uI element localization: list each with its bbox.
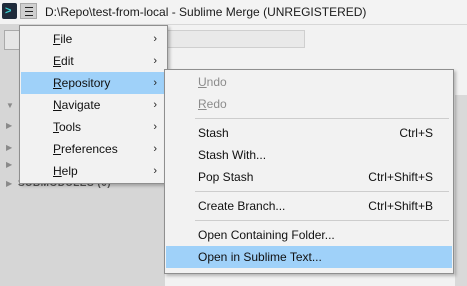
menu-separator bbox=[195, 118, 449, 119]
menu-item-label: Create Branch... bbox=[198, 199, 286, 213]
menu-item-label: Stash bbox=[198, 126, 229, 140]
hamburger-line bbox=[25, 7, 33, 8]
menu-item-undo[interactable]: Undo bbox=[166, 71, 452, 93]
expand-arrow-icon[interactable]: ▶ bbox=[6, 121, 12, 130]
menu-item-tools[interactable]: Tools › bbox=[21, 116, 166, 138]
menu-item-label: Undo bbox=[198, 75, 227, 89]
menu-item-edit[interactable]: Edit › bbox=[21, 50, 166, 72]
menu-separator bbox=[195, 220, 449, 221]
main-menu: File › Edit › Repository › Navigate › To… bbox=[19, 25, 168, 184]
expand-arrow-icon[interactable]: ▼ bbox=[6, 101, 14, 110]
menu-item-shortcut: Ctrl+S bbox=[399, 126, 433, 140]
window-title: D:\Repo\test-from-local - Sublime Merge … bbox=[45, 5, 367, 19]
menu-item-open-in-sublime-text[interactable]: Open in Sublime Text... bbox=[166, 246, 452, 268]
menu-item-shortcut: Ctrl+Shift+S bbox=[368, 170, 433, 184]
hamburger-menu-icon[interactable] bbox=[20, 3, 37, 19]
expand-arrow-icon[interactable]: ▶ bbox=[6, 143, 12, 152]
chevron-right-icon: › bbox=[153, 165, 157, 177]
menu-item-label: Preferences bbox=[53, 142, 118, 156]
sublime-merge-app-icon[interactable]: > bbox=[2, 3, 17, 19]
menu-item-label: Tools bbox=[53, 120, 82, 134]
menu-item-label: Redo bbox=[198, 97, 227, 111]
menu-item-repository[interactable]: Repository › bbox=[21, 72, 166, 94]
chevron-right-icon: › bbox=[153, 121, 157, 133]
menu-item-pop-stash[interactable]: Pop Stash Ctrl+Shift+S bbox=[166, 166, 452, 188]
menu-item-label: Open in Sublime Text... bbox=[198, 250, 322, 264]
chevron-right-icon: › bbox=[153, 55, 157, 67]
menu-item-stash[interactable]: Stash Ctrl+S bbox=[166, 122, 452, 144]
menu-item-label: Edit bbox=[53, 54, 74, 68]
menu-item-label: Stash With... bbox=[198, 148, 267, 162]
hamburger-line bbox=[25, 15, 33, 16]
menu-item-shortcut: Ctrl+Shift+B bbox=[368, 199, 433, 213]
chevron-right-icon: › bbox=[153, 77, 157, 89]
menu-item-open-containing-folder[interactable]: Open Containing Folder... bbox=[166, 224, 452, 246]
chevron-right-icon: › bbox=[153, 33, 157, 45]
menu-separator bbox=[195, 191, 449, 192]
menu-item-stash-with[interactable]: Stash With... bbox=[166, 144, 452, 166]
menu-item-preferences[interactable]: Preferences › bbox=[21, 138, 166, 160]
menu-item-file[interactable]: File › bbox=[21, 28, 166, 50]
menu-item-create-branch[interactable]: Create Branch... Ctrl+Shift+B bbox=[166, 195, 452, 217]
menu-item-label: Navigate bbox=[53, 98, 101, 112]
menu-item-label: Pop Stash bbox=[198, 170, 254, 184]
menu-item-label: File bbox=[53, 32, 73, 46]
menu-item-label: Repository bbox=[53, 76, 111, 90]
tab-strip bbox=[165, 30, 305, 48]
menu-item-navigate[interactable]: Navigate › bbox=[21, 94, 166, 116]
repository-submenu: Undo Redo Stash Ctrl+S Stash With... Pop… bbox=[164, 69, 454, 274]
menu-item-label: Help bbox=[53, 164, 78, 178]
main-panel-column bbox=[455, 95, 467, 286]
title-bar: > D:\Repo\test-from-local - Sublime Merg… bbox=[0, 0, 467, 25]
toolbar-button[interactable] bbox=[4, 30, 20, 50]
chevron-right-icon: › bbox=[153, 143, 157, 155]
hamburger-line bbox=[25, 11, 33, 12]
app-icon-glyph: > bbox=[5, 5, 12, 17]
menu-item-redo[interactable]: Redo bbox=[166, 93, 452, 115]
menu-item-label: Open Containing Folder... bbox=[198, 228, 335, 242]
app-window: > D:\Repo\test-from-local - Sublime Merg… bbox=[0, 0, 467, 286]
chevron-right-icon: › bbox=[153, 99, 157, 111]
menu-item-help[interactable]: Help › bbox=[21, 160, 166, 182]
expand-arrow-icon[interactable]: ▶ bbox=[6, 179, 12, 188]
expand-arrow-icon[interactable]: ▶ bbox=[6, 160, 12, 169]
